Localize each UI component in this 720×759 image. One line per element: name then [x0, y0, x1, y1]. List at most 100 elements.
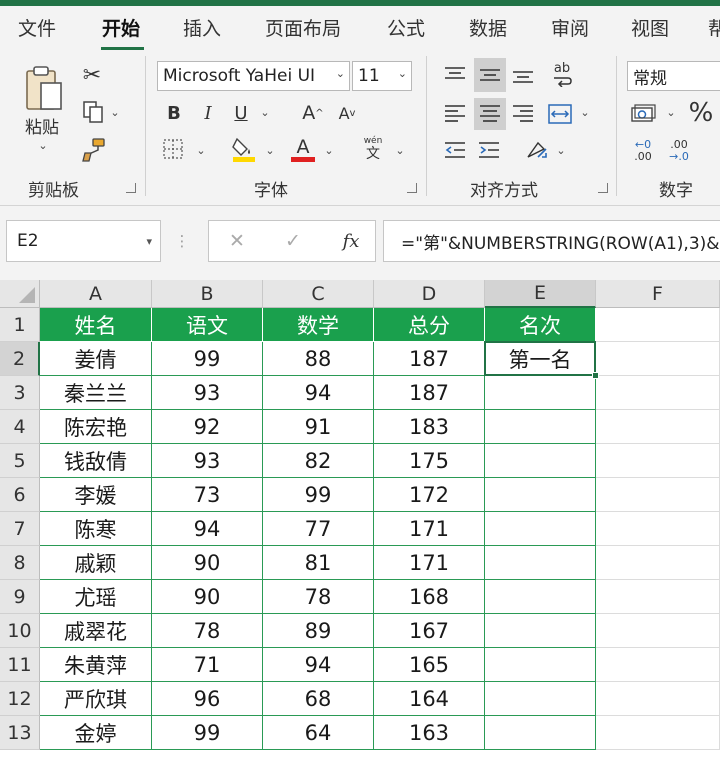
- header-cell[interactable]: 姓名: [40, 308, 152, 342]
- table-cell[interactable]: 172: [374, 478, 485, 512]
- header-cell[interactable]: 数学: [263, 308, 374, 342]
- underline-button[interactable]: U: [229, 100, 253, 126]
- orientation-dropdown-icon[interactable]: ⌄: [554, 142, 568, 158]
- phonetic-button[interactable]: wén 文: [357, 134, 389, 164]
- increase-decimal-button[interactable]: ←0 .00: [628, 136, 658, 166]
- paste-icon[interactable]: [18, 62, 70, 114]
- font-size-select[interactable]: 11 ⌄: [352, 61, 412, 91]
- table-cell[interactable]: [485, 478, 596, 512]
- table-cell[interactable]: 91: [263, 410, 374, 444]
- align-top-icon[interactable]: [440, 60, 470, 90]
- table-cell[interactable]: [485, 682, 596, 716]
- cancel-icon[interactable]: ✕: [223, 227, 251, 255]
- accounting-dropdown-icon[interactable]: ⌄: [664, 104, 678, 120]
- formula-input[interactable]: ="第"&NUMBERSTRING(ROW(A1),3)&"名": [383, 220, 720, 262]
- increase-indent-icon[interactable]: [474, 136, 504, 164]
- row-header-7[interactable]: 7: [0, 512, 40, 546]
- fill-color-dropdown-icon[interactable]: ⌄: [263, 142, 277, 158]
- empty-cell[interactable]: [596, 648, 720, 682]
- row-header-6[interactable]: 6: [0, 478, 40, 512]
- row-header-13[interactable]: 13: [0, 716, 40, 750]
- empty-cell[interactable]: [596, 614, 720, 648]
- row-header-3[interactable]: 3: [0, 376, 40, 410]
- table-cell[interactable]: 73: [152, 478, 263, 512]
- spreadsheet-grid[interactable]: A B C D E F 1 姓名 语文 数学 总分 名次 2 姜倩 99 88 187 第一名 3 秦兰兰 93 94 18…: [0, 280, 720, 759]
- insert-function-icon[interactable]: fx: [335, 227, 367, 255]
- table-cell[interactable]: 朱黄萍: [40, 648, 152, 682]
- borders-icon[interactable]: [160, 136, 186, 162]
- table-cell[interactable]: 姜倩: [40, 342, 152, 376]
- orientation-icon[interactable]: [522, 134, 552, 164]
- table-cell[interactable]: 戚翠花: [40, 614, 152, 648]
- row-header-10[interactable]: 10: [0, 614, 40, 648]
- grow-font-button[interactable]: A ^: [300, 100, 326, 126]
- alignment-launcher-icon[interactable]: [598, 183, 608, 193]
- tab-help[interactable]: 帮: [708, 14, 720, 41]
- accounting-format-icon[interactable]: [628, 100, 658, 128]
- table-cell[interactable]: 64: [263, 716, 374, 750]
- decrease-indent-icon[interactable]: [440, 136, 470, 164]
- column-header-a[interactable]: A: [40, 280, 152, 308]
- cut-icon[interactable]: ✂: [80, 62, 104, 88]
- empty-cell[interactable]: [596, 444, 720, 478]
- table-cell[interactable]: 88: [263, 342, 374, 376]
- clipboard-launcher-icon[interactable]: [126, 183, 136, 193]
- copy-icon[interactable]: [80, 98, 106, 126]
- empty-cell[interactable]: [596, 546, 720, 580]
- borders-dropdown-icon[interactable]: ⌄: [194, 142, 208, 158]
- header-cell[interactable]: 名次: [485, 308, 596, 342]
- table-cell[interactable]: 81: [263, 546, 374, 580]
- table-cell[interactable]: 90: [152, 580, 263, 614]
- tab-home[interactable]: 开始: [102, 14, 140, 41]
- column-header-e[interactable]: E: [485, 280, 596, 308]
- font-launcher-icon[interactable]: [407, 183, 417, 193]
- table-cell[interactable]: 68: [263, 682, 374, 716]
- fill-color-icon[interactable]: [230, 134, 258, 164]
- header-cell[interactable]: 总分: [374, 308, 485, 342]
- table-cell[interactable]: 陈寒: [40, 512, 152, 546]
- tab-review[interactable]: 审阅: [551, 14, 589, 41]
- table-cell[interactable]: 93: [152, 444, 263, 478]
- tab-data[interactable]: 数据: [469, 14, 507, 41]
- row-header-12[interactable]: 12: [0, 682, 40, 716]
- paste-label[interactable]: 粘贴: [22, 114, 62, 138]
- fill-handle[interactable]: [592, 372, 599, 379]
- table-cell[interactable]: 82: [263, 444, 374, 478]
- table-cell[interactable]: [485, 410, 596, 444]
- copy-dropdown-icon[interactable]: ⌄: [108, 104, 122, 120]
- table-cell[interactable]: 92: [152, 410, 263, 444]
- table-cell[interactable]: [485, 512, 596, 546]
- empty-cell[interactable]: [596, 308, 720, 342]
- empty-cell[interactable]: [596, 478, 720, 512]
- font-name-select[interactable]: Microsoft YaHei UI ⌄: [157, 61, 350, 91]
- column-header-f[interactable]: F: [596, 280, 720, 308]
- table-cell[interactable]: 94: [263, 648, 374, 682]
- empty-cell[interactable]: [596, 682, 720, 716]
- table-cell[interactable]: 99: [263, 478, 374, 512]
- table-cell[interactable]: 99: [152, 716, 263, 750]
- table-cell[interactable]: [485, 376, 596, 410]
- phonetic-dropdown-icon[interactable]: ⌄: [393, 142, 407, 158]
- table-cell[interactable]: 183: [374, 410, 485, 444]
- table-cell[interactable]: 77: [263, 512, 374, 546]
- decrease-decimal-button[interactable]: .00 →.0: [664, 136, 694, 166]
- table-cell[interactable]: 严欣琪: [40, 682, 152, 716]
- table-cell[interactable]: 第一名: [485, 342, 596, 376]
- align-left-icon[interactable]: [440, 100, 470, 128]
- table-cell[interactable]: 187: [374, 342, 485, 376]
- shrink-font-button[interactable]: Av: [334, 100, 360, 126]
- font-color-button[interactable]: A: [289, 134, 317, 164]
- table-cell[interactable]: 168: [374, 580, 485, 614]
- table-cell[interactable]: [485, 716, 596, 750]
- table-cell[interactable]: 96: [152, 682, 263, 716]
- table-cell[interactable]: 187: [374, 376, 485, 410]
- row-header-9[interactable]: 9: [0, 580, 40, 614]
- select-all-button[interactable]: [0, 280, 40, 308]
- table-cell[interactable]: [485, 546, 596, 580]
- table-cell[interactable]: [485, 444, 596, 478]
- empty-cell[interactable]: [596, 580, 720, 614]
- number-format-select[interactable]: 常规: [627, 61, 720, 91]
- table-cell[interactable]: 陈宏艳: [40, 410, 152, 444]
- tab-file[interactable]: 文件: [18, 14, 56, 41]
- table-cell[interactable]: 秦兰兰: [40, 376, 152, 410]
